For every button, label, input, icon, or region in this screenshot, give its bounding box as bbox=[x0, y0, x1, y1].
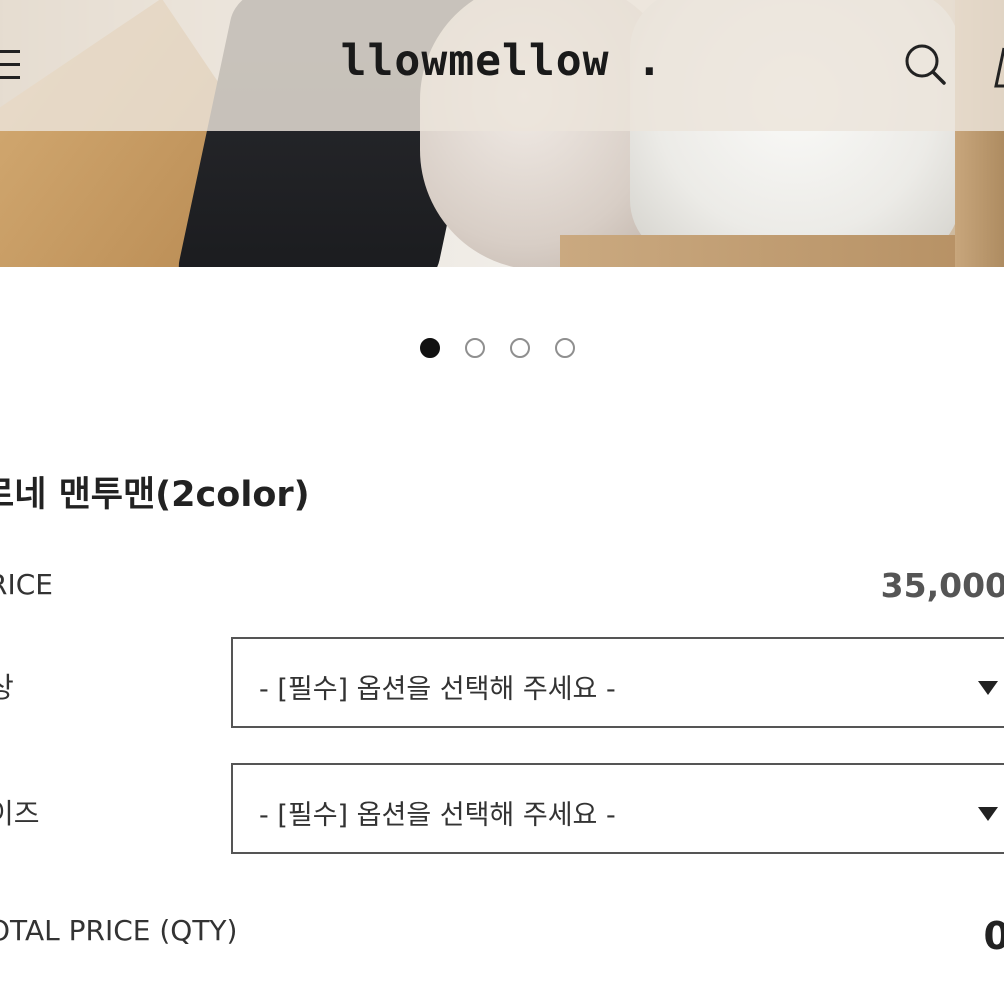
option-label-size: 이즈 bbox=[0, 797, 40, 830]
total-price-label: OTAL PRICE (QTY) bbox=[0, 914, 238, 947]
carousel-dot-3[interactable] bbox=[510, 338, 530, 358]
menu-icon[interactable] bbox=[0, 50, 26, 80]
carousel-dot-1[interactable] bbox=[420, 338, 440, 358]
site-logo[interactable]: llowmellow . bbox=[300, 36, 704, 86]
photo-table bbox=[560, 235, 1004, 267]
price-value: 35,000 bbox=[880, 566, 1004, 605]
size-select-value: - [필수] 옵션을 선택해 주세요 - bbox=[259, 800, 616, 831]
product-title: 로네 맨투맨(2color) bbox=[0, 475, 310, 515]
price-label: RICE bbox=[0, 568, 53, 601]
option-label-color: 상 bbox=[0, 671, 14, 704]
search-icon[interactable] bbox=[903, 42, 947, 86]
carousel-pagination bbox=[420, 338, 575, 362]
carousel-dot-4[interactable] bbox=[555, 338, 575, 358]
chevron-down-icon bbox=[978, 807, 998, 821]
size-select[interactable]: - [필수] 옵션을 선택해 주세요 - bbox=[231, 763, 1004, 854]
color-select-value: - [필수] 옵션을 선택해 주세요 - bbox=[259, 674, 616, 705]
site-header: llowmellow . bbox=[0, 0, 1004, 131]
chevron-down-icon bbox=[978, 681, 998, 695]
cart-icon[interactable] bbox=[992, 46, 1004, 88]
total-price-value: 0 bbox=[983, 914, 1004, 958]
carousel-dot-2[interactable] bbox=[465, 338, 485, 358]
color-select[interactable]: - [필수] 옵션을 선택해 주세요 - bbox=[231, 637, 1004, 728]
